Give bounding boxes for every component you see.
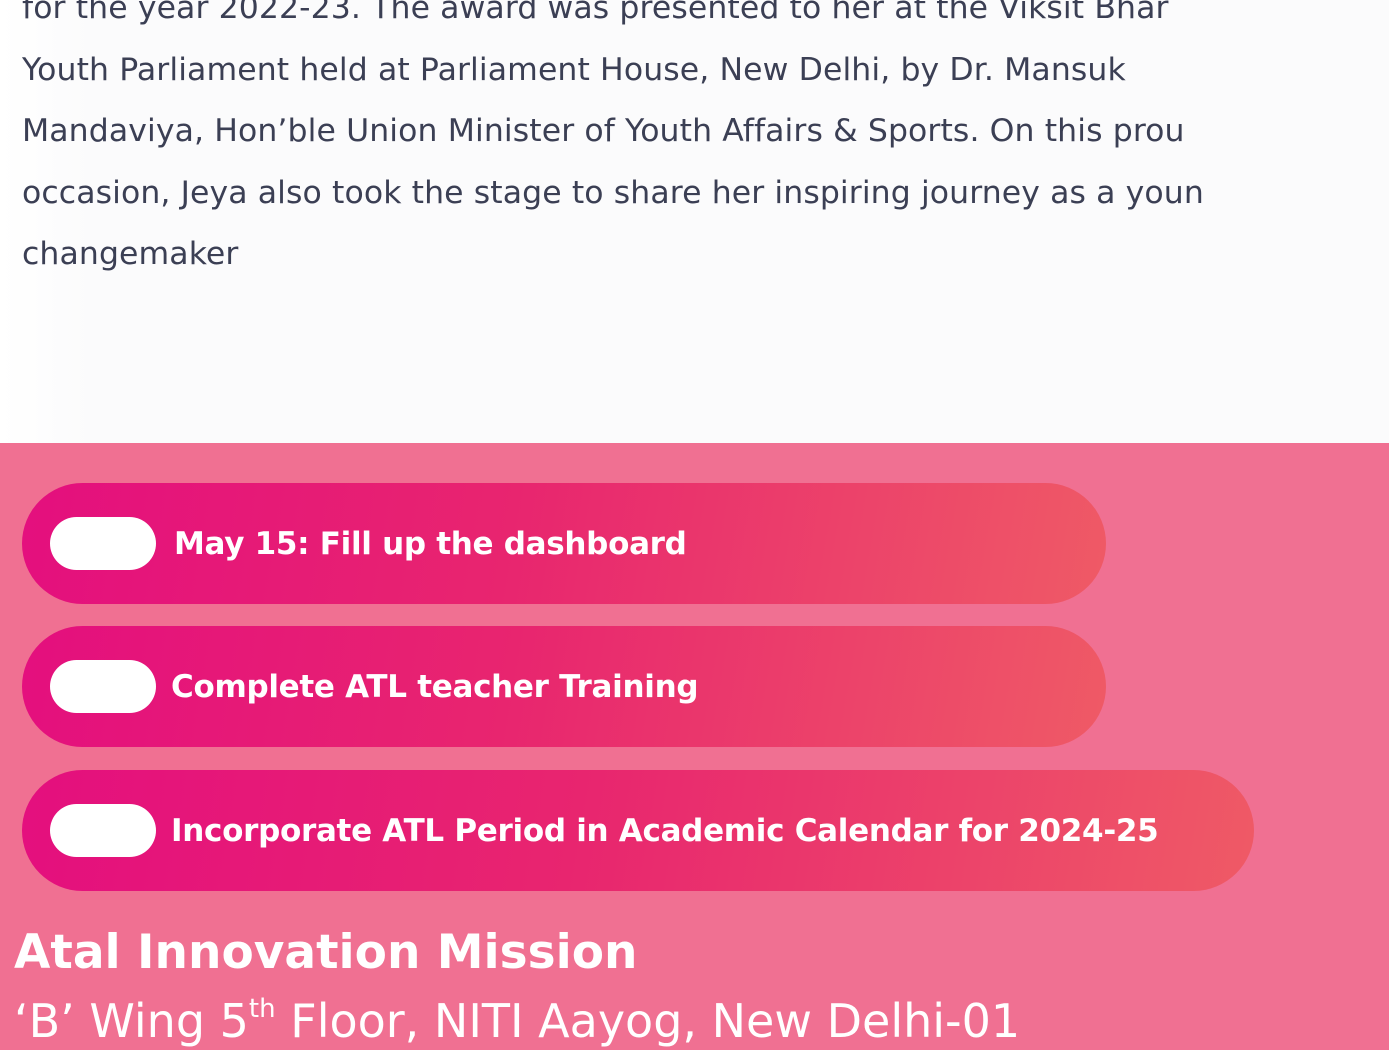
reminder-item-training: Complete ATL teacher Training	[22, 626, 1106, 747]
address-superscript: th	[248, 994, 276, 1024]
reminder-label: Incorporate ATL Period in Academic Calen…	[171, 812, 1159, 849]
article-line: Mandaviya, Hon’ble Union Minister of You…	[22, 113, 1185, 149]
article-line: changemaker	[22, 236, 239, 272]
bullet-pill-icon	[50, 804, 156, 857]
address-suffix: Floor, NITI Aayog, New Delhi-01	[275, 994, 1021, 1048]
reminder-item-dashboard: May 15: Fill up the dashboard	[22, 483, 1106, 604]
article-section: for the year 2022-23. The award was pres…	[0, 0, 1389, 443]
reminder-label: May 15: Fill up the dashboard	[174, 525, 687, 562]
bullet-pill-icon	[50, 660, 156, 713]
reminder-item-calendar: Incorporate ATL Period in Academic Calen…	[22, 770, 1254, 891]
bullet-pill-icon	[50, 517, 156, 570]
article-line: for the year 2022-23. The award was pres…	[22, 0, 1169, 26]
article-paragraph: for the year 2022-23. The award was pres…	[22, 0, 1389, 286]
address-prefix: ‘B’ Wing 5	[14, 994, 249, 1048]
article-line: Youth Parliament held at Parliament Hous…	[22, 51, 1126, 88]
reminder-label: Complete ATL teacher Training	[171, 668, 699, 705]
org-name: Atal Innovation Mission	[14, 925, 638, 980]
org-address: ‘B’ Wing 5th Floor, NITI Aayog, New Delh…	[14, 994, 1020, 1048]
article-line: occasion, Jeya also took the stage to sh…	[22, 174, 1204, 211]
